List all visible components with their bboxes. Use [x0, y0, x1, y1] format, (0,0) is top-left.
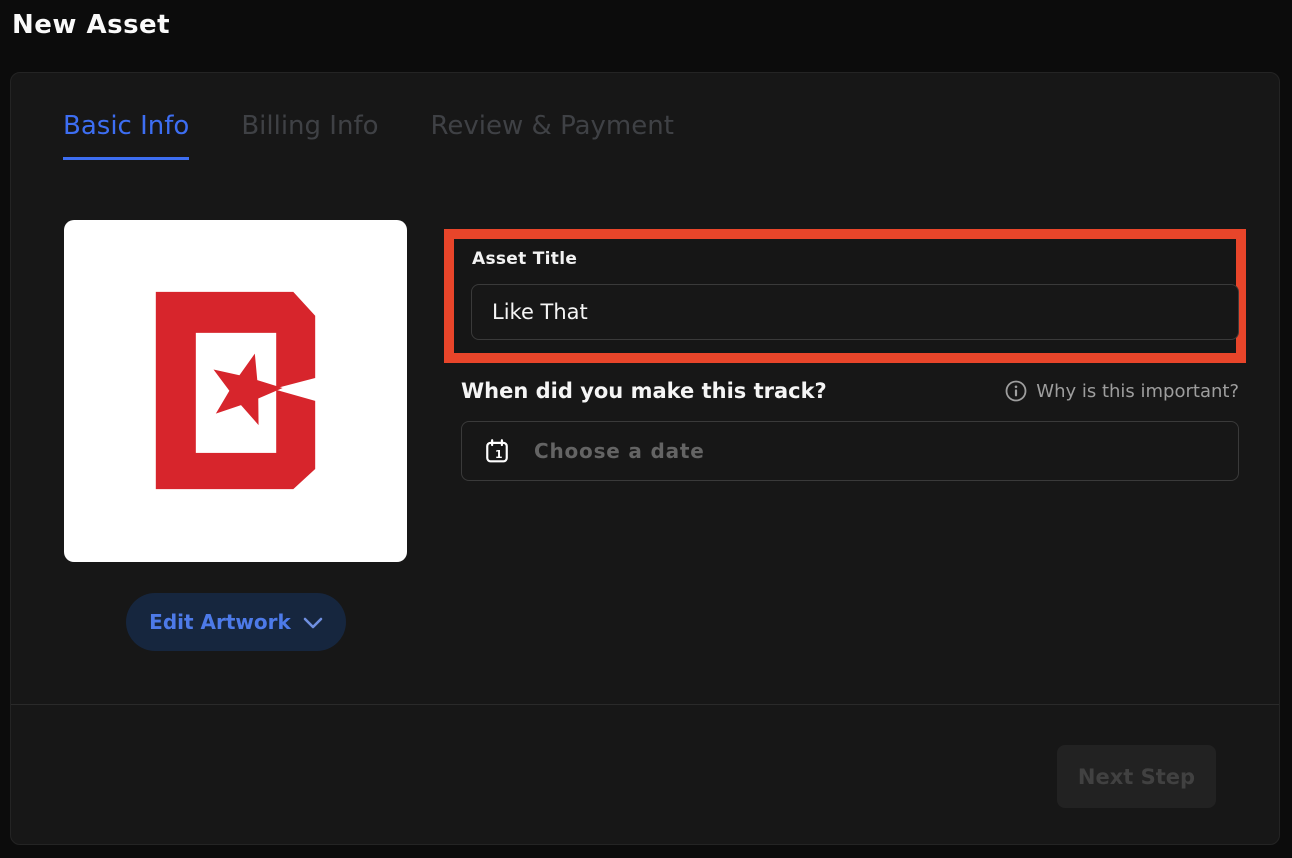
edit-artwork-button[interactable]: Edit Artwork [126, 593, 346, 651]
footer-divider [11, 704, 1279, 705]
track-date-row: When did you make this track? Why is thi… [461, 379, 1239, 403]
tab-review-payment[interactable]: Review & Payment [431, 111, 674, 160]
next-step-button[interactable]: Next Step [1057, 745, 1216, 808]
date-input[interactable]: 1 Choose a date [461, 421, 1239, 481]
step-tabs: Basic Info Billing Info Review & Payment [63, 111, 674, 160]
tab-billing-info[interactable]: Billing Info [241, 111, 378, 160]
asset-title-input[interactable] [471, 284, 1239, 340]
info-icon [1005, 380, 1027, 402]
track-date-question: When did you make this track? [461, 379, 827, 403]
asset-title-annotation-highlight: Asset Title [444, 229, 1246, 363]
svg-text:1: 1 [495, 448, 503, 461]
calendar-icon: 1 [484, 438, 510, 464]
edit-artwork-label: Edit Artwork [149, 610, 291, 634]
artwork-preview [64, 220, 407, 562]
why-important-label: Why is this important? [1036, 381, 1239, 402]
date-placeholder: Choose a date [534, 439, 705, 463]
asset-title-label: Asset Title [472, 249, 577, 269]
new-asset-card: Basic Info Billing Info Review & Payment… [10, 72, 1280, 845]
chevron-down-icon [303, 617, 323, 629]
why-important-link[interactable]: Why is this important? [1005, 380, 1239, 402]
tab-basic-info[interactable]: Basic Info [63, 111, 189, 160]
red-d-star-logo-icon [64, 220, 407, 562]
page-title: New Asset [12, 10, 170, 40]
